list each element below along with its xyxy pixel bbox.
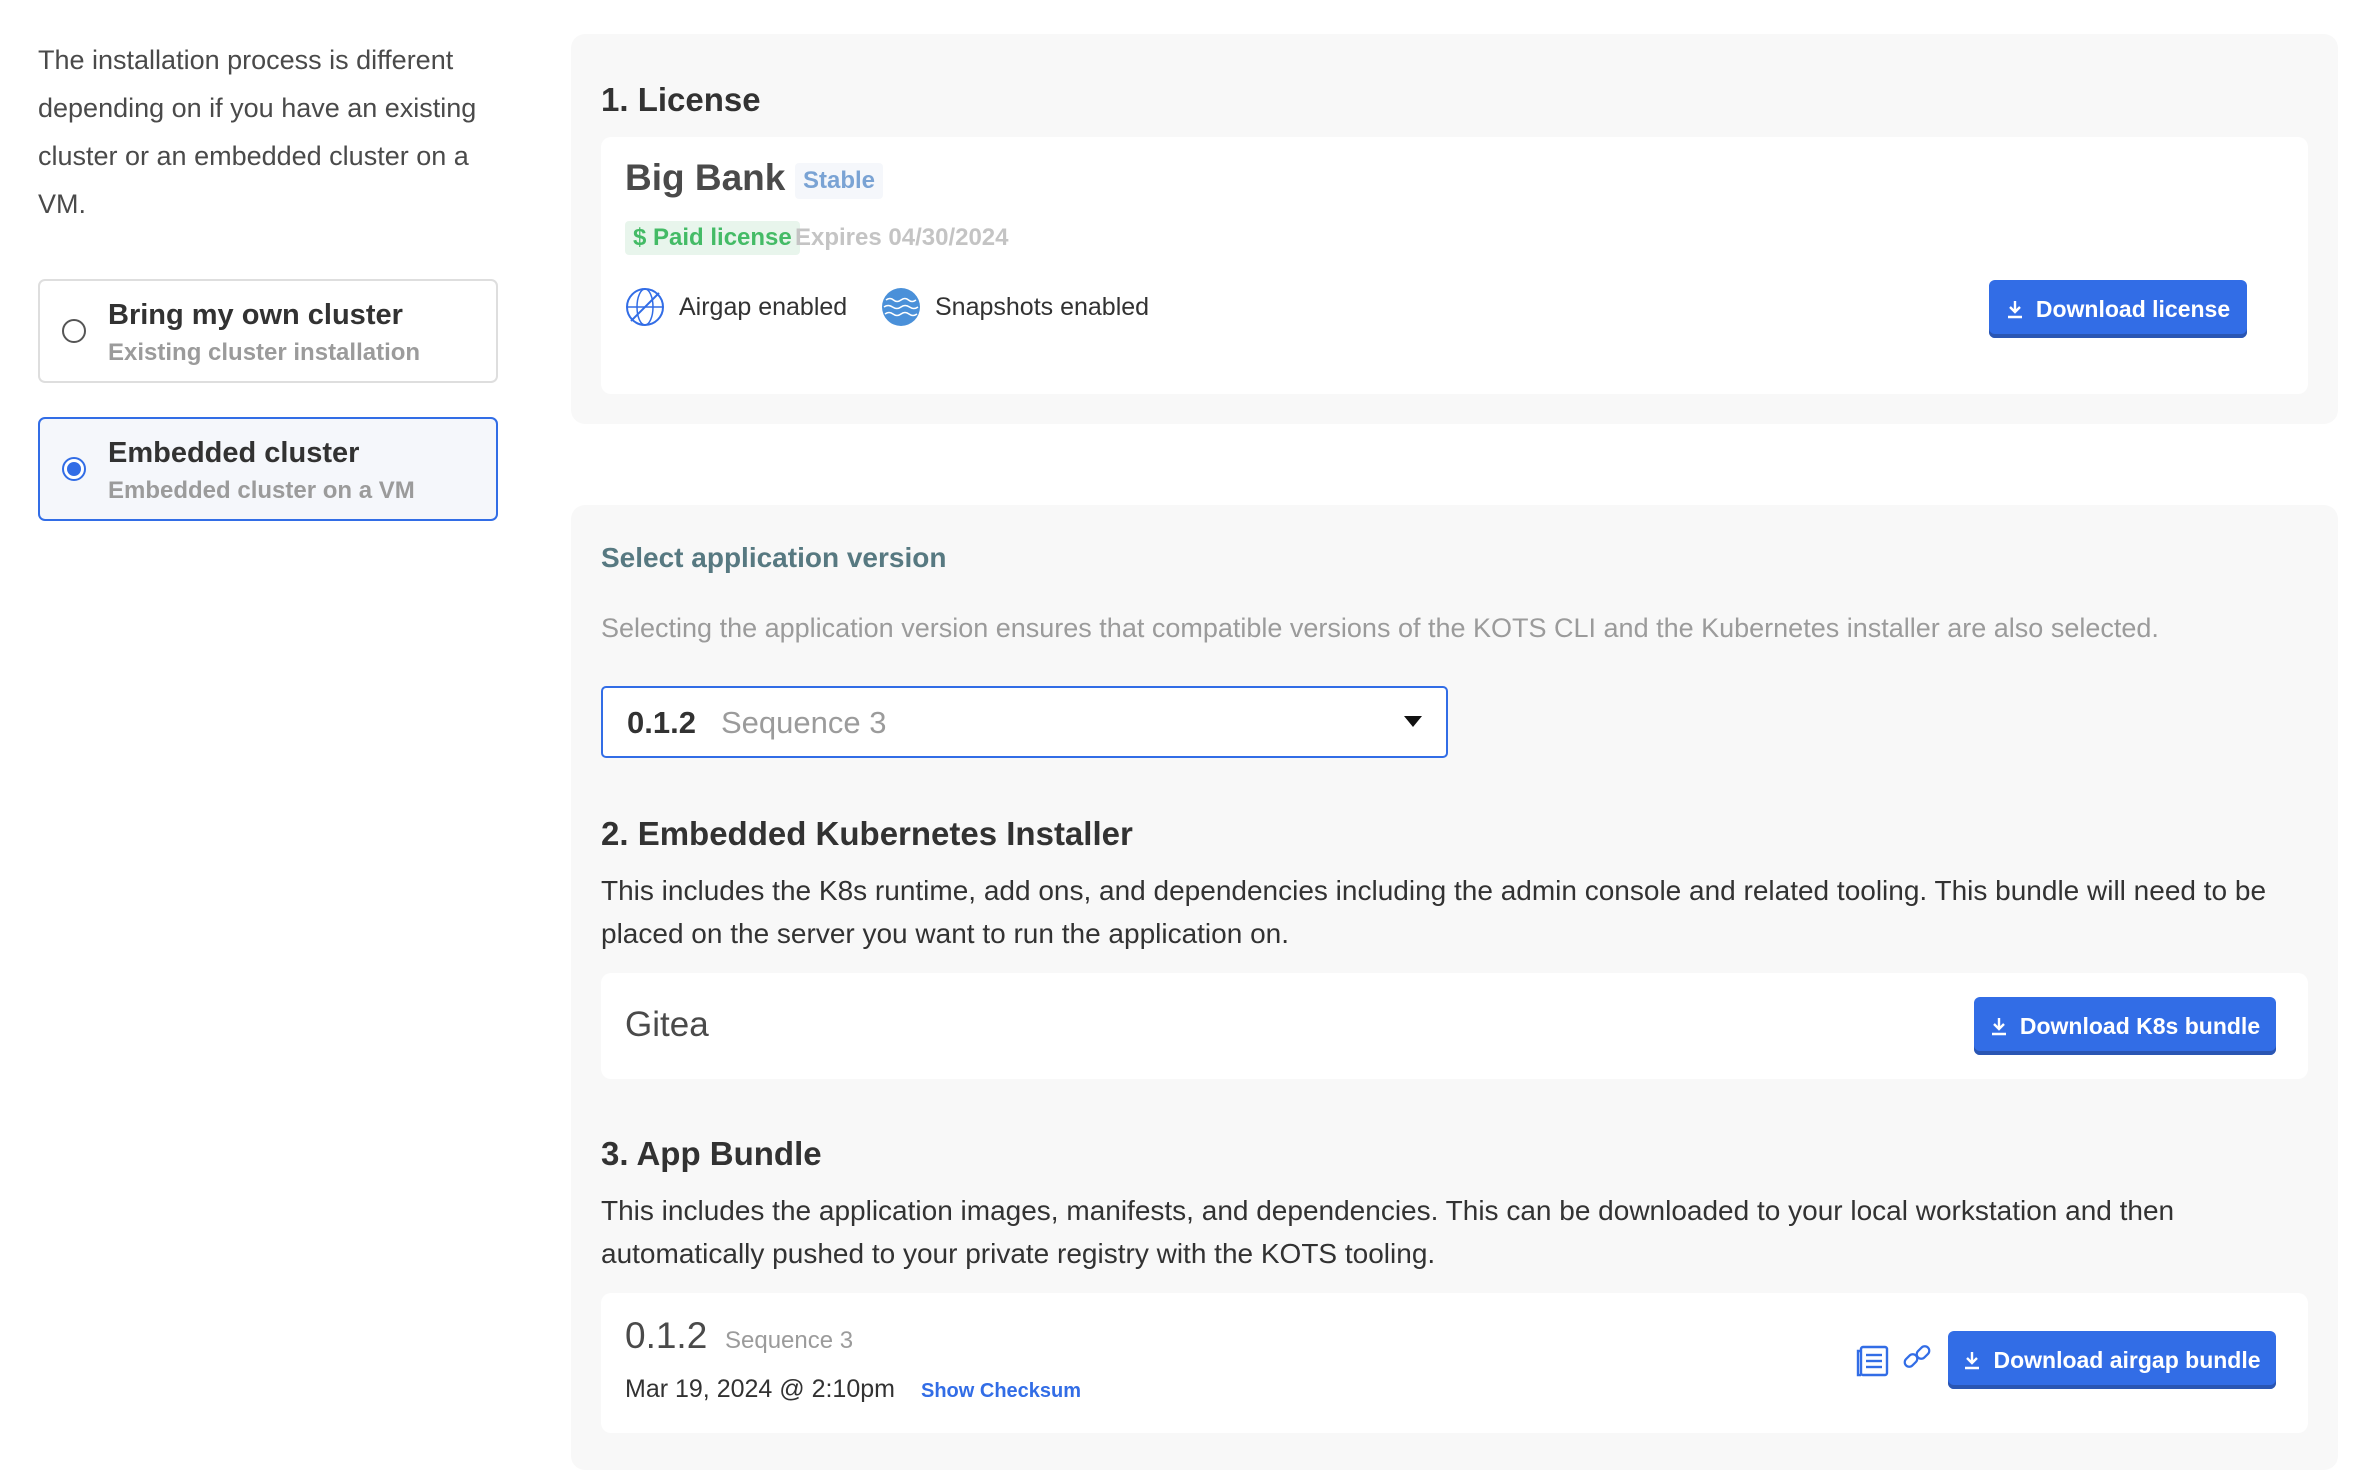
release-notes-icon[interactable] <box>1855 1343 1891 1379</box>
download-icon <box>1991 1018 2006 1036</box>
install-intro-text: The installation process is different de… <box>38 45 477 219</box>
option-subtitle: Embedded cluster on a VM <box>108 477 415 504</box>
version-select[interactable]: 0.1.2 Sequence 3 <box>601 686 1448 758</box>
install-panel: Select application version Selecting the… <box>571 505 2338 1470</box>
feature-airgap: Airgap enabled <box>625 287 847 327</box>
download-icon <box>2007 301 2022 319</box>
license-expiry: Expires 04/30/2024 <box>795 224 1009 251</box>
download-license-button[interactable]: Download license <box>1989 280 2247 338</box>
customer-name: Big Bank <box>625 157 786 198</box>
installer-card: Gitea Download K8s bundle <box>601 973 2308 1079</box>
radio-button[interactable] <box>62 319 86 343</box>
license-heading: 1. License <box>601 81 761 118</box>
show-checksum-link[interactable]: Show Checksum <box>921 1380 1081 1403</box>
option-embedded-cluster[interactable]: Embedded cluster Embedded cluster on a V… <box>38 417 498 521</box>
bundle-sequence: Sequence 3 <box>725 1327 854 1354</box>
chevron-down-icon[interactable] <box>1404 716 1422 727</box>
app-bundle-heading: 3. App Bundle <box>601 1135 822 1172</box>
option-title: Bring my own cluster <box>108 299 403 331</box>
license-card: Big Bank Stable $ Paid license Expires 0… <box>601 137 2308 394</box>
option-title: Embedded cluster <box>108 437 360 469</box>
installer-description: This includes the K8s runtime, add ons, … <box>601 875 2267 949</box>
installer-heading: 2. Embedded Kubernetes Installer <box>601 815 1133 852</box>
version-help-text: Selecting the application version ensure… <box>601 613 2159 643</box>
option-bring-own-cluster[interactable]: Bring my own cluster Existing cluster in… <box>38 279 498 383</box>
snapshots-icon <box>882 288 920 326</box>
app-bundle-card: 0.1.2 Sequence 3 Mar 19, 2024 @ 2:10pm S… <box>601 1293 2308 1433</box>
download-k8s-bundle-button[interactable]: Download K8s bundle <box>1974 997 2276 1055</box>
selected-version: 0.1.2 <box>627 705 696 740</box>
feature-label: Snapshots enabled <box>935 292 1150 321</box>
airgap-icon <box>626 288 664 326</box>
download-airgap-bundle-button[interactable]: Download airgap bundle <box>1948 1331 2276 1389</box>
link-icon[interactable] <box>1901 1341 1933 1373</box>
download-icon <box>1965 1352 1980 1370</box>
license-panel: 1. License Big Bank Stable $ Paid licens… <box>571 34 2338 424</box>
selected-sequence: Sequence 3 <box>721 705 887 740</box>
installer-name: Gitea <box>625 1005 709 1044</box>
paid-license-badge: $ Paid license <box>625 221 800 255</box>
version-label: Select application version <box>601 542 947 573</box>
radio-button-selected[interactable] <box>62 457 86 481</box>
option-subtitle: Existing cluster installation <box>108 339 421 366</box>
feature-snapshots: Snapshots enabled <box>881 287 1149 327</box>
app-bundle-description: This includes the application images, ma… <box>601 1195 2175 1269</box>
feature-label: Airgap enabled <box>679 292 848 321</box>
channel-badge: Stable <box>795 163 884 199</box>
bundle-date: Mar 19, 2024 @ 2:10pm <box>625 1375 895 1403</box>
bundle-version: 0.1.2 <box>625 1315 708 1356</box>
